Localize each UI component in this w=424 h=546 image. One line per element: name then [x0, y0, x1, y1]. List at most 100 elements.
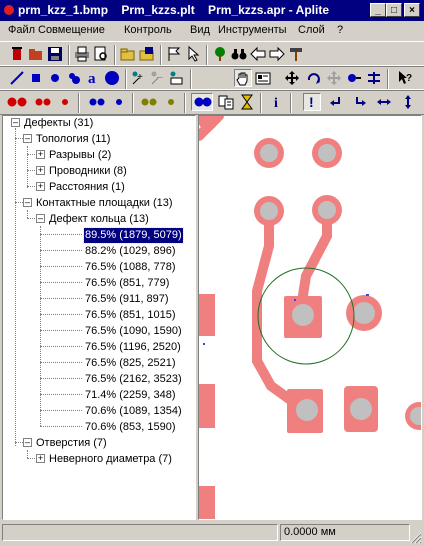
- menu-tools[interactable]: Инструменты: [218, 24, 287, 36]
- expand-defects-toggle[interactable]: –: [11, 118, 20, 127]
- status-bar: 0.0000 мм: [0, 521, 424, 546]
- binoculars-icon[interactable]: [230, 45, 248, 63]
- tree-item[interactable]: 76.5% (851, 779): [85, 276, 169, 291]
- svg-text:+: +: [137, 72, 143, 83]
- blue-dot-icon[interactable]: [110, 93, 128, 111]
- circle-tool-icon[interactable]: [46, 69, 64, 87]
- tree-node-topology[interactable]: Топология (11): [36, 132, 110, 147]
- shape-tool-icon[interactable]: [65, 69, 83, 87]
- defect-tree[interactable]: – – + + + – – – + Дефекты (31) Топология…: [2, 115, 196, 520]
- tree-node-holes[interactable]: Отверстия (7): [36, 436, 107, 451]
- info-icon[interactable]: i: [268, 93, 286, 111]
- compare-icon[interactable]: [217, 93, 235, 111]
- menu-view[interactable]: Вид: [190, 24, 210, 36]
- turn-right-icon[interactable]: [351, 93, 369, 111]
- tree-icon[interactable]: [211, 45, 229, 63]
- maximize-button[interactable]: □: [386, 3, 402, 17]
- olive-pair-icon[interactable]: [138, 93, 160, 111]
- tree-item[interactable]: 76.5% (1088, 778): [85, 260, 176, 275]
- expand-pads-toggle[interactable]: –: [23, 198, 32, 207]
- edit-point-icon[interactable]: [168, 69, 186, 87]
- text-tool-icon[interactable]: a: [84, 69, 102, 87]
- resize-grip-icon[interactable]: [410, 532, 422, 544]
- rotate-icon[interactable]: [305, 69, 323, 87]
- horizontal-arrows-icon[interactable]: [375, 93, 393, 111]
- expand-wrong-diameter-toggle[interactable]: +: [36, 454, 45, 463]
- tree-item[interactable]: 76.5% (911, 897): [85, 292, 169, 307]
- tree-node-distances[interactable]: Расстояния (1): [49, 180, 125, 195]
- blue-pair-selected-icon[interactable]: [191, 93, 213, 111]
- help-pointer-icon[interactable]: ?: [396, 69, 414, 87]
- expand-holes-toggle[interactable]: –: [23, 438, 32, 447]
- turn-left-icon[interactable]: [327, 93, 345, 111]
- hand-icon[interactable]: [234, 69, 252, 87]
- tree-node-pads[interactable]: Контактные площадки (13): [36, 196, 173, 211]
- red-pair-medium-icon[interactable]: [32, 93, 54, 111]
- red-pair-large-icon[interactable]: [6, 93, 28, 111]
- expand-topology-toggle[interactable]: –: [23, 134, 32, 143]
- menu-bar: Файл Совмещение Контроль Вид Инструменты…: [0, 21, 424, 41]
- pointer-icon[interactable]: [184, 45, 202, 63]
- tree-item[interactable]: 76.5% (1196, 2520): [85, 340, 181, 355]
- blue-pair-icon[interactable]: [86, 93, 108, 111]
- open-icon[interactable]: [27, 45, 45, 63]
- tree-item[interactable]: 76.5% (1090, 1590): [85, 324, 182, 339]
- print-icon[interactable]: [73, 45, 91, 63]
- menu-control[interactable]: Контроль: [124, 24, 172, 36]
- rect-tool-icon[interactable]: [27, 69, 45, 87]
- svg-text:–: –: [157, 72, 163, 83]
- tree-item[interactable]: 76.5% (2162, 3523): [85, 372, 182, 387]
- expand-ring-defect-toggle[interactable]: –: [36, 214, 45, 223]
- add-point-icon[interactable]: +: [130, 69, 148, 87]
- big-circle-tool-icon[interactable]: [103, 69, 121, 87]
- menu-help[interactable]: ?: [337, 24, 343, 36]
- split-icon[interactable]: [365, 69, 383, 87]
- open-folder-icon[interactable]: [119, 45, 137, 63]
- window-title: prm_kzz_1.bmp Prm_kzzs.plt Prm_kzzs.apr …: [18, 3, 329, 17]
- menu-file[interactable]: Файл: [8, 24, 35, 36]
- line-tool-icon[interactable]: [8, 69, 26, 87]
- tree-item[interactable]: 88.2% (1029, 896): [85, 244, 176, 259]
- vertical-arrows-icon[interactable]: [399, 93, 417, 111]
- arrow-right-icon[interactable]: [268, 45, 286, 63]
- info-card-icon[interactable]: [254, 69, 272, 87]
- tree-item[interactable]: 70.6% (1089, 1354): [85, 404, 182, 419]
- minimize-button[interactable]: _: [370, 3, 386, 17]
- hourglass-icon[interactable]: [238, 93, 256, 111]
- tree-item[interactable]: 70.6% (853, 1590): [85, 420, 176, 435]
- tree-item[interactable]: 76.5% (851, 1015): [85, 308, 176, 323]
- red-dot-icon[interactable]: [56, 93, 74, 111]
- tree-node-conductors[interactable]: Проводники (8): [49, 164, 127, 179]
- olive-dot-icon[interactable]: [162, 93, 180, 111]
- close-button[interactable]: ×: [404, 3, 420, 17]
- expand-conductors-toggle[interactable]: +: [36, 166, 45, 175]
- svg-text:i: i: [274, 96, 278, 110]
- tree-node-wrong-diameter[interactable]: Неверного диаметра (7): [49, 452, 172, 467]
- align-icon[interactable]: [345, 69, 363, 87]
- print-preview-icon[interactable]: [92, 45, 110, 63]
- tree-node-defects[interactable]: Дефекты (31): [24, 116, 93, 131]
- tree-item-selected[interactable]: 89.5% (1879, 5079): [83, 227, 184, 244]
- app-icon: [4, 5, 14, 15]
- move-icon[interactable]: [283, 69, 301, 87]
- tree-node-breaks[interactable]: Разрывы (2): [49, 148, 111, 163]
- svg-text:!: !: [309, 94, 314, 110]
- move-gray-icon[interactable]: [325, 69, 343, 87]
- tree-item[interactable]: 71.4% (2259, 348): [85, 388, 176, 403]
- tree-node-ring-defect[interactable]: Дефект кольца (13): [49, 212, 149, 227]
- remove-point-icon[interactable]: –: [149, 69, 167, 87]
- delete-icon[interactable]: [8, 45, 26, 63]
- menu-layer[interactable]: Слой: [298, 24, 325, 36]
- exclamation-icon[interactable]: !: [303, 93, 321, 111]
- hammer-icon[interactable]: [287, 45, 305, 63]
- pcb-canvas[interactable]: [198, 115, 422, 520]
- svg-text:a: a: [88, 71, 96, 86]
- expand-distances-toggle[interactable]: +: [36, 182, 45, 191]
- save-icon[interactable]: [46, 45, 64, 63]
- expand-breaks-toggle[interactable]: +: [36, 150, 45, 159]
- tree-item[interactable]: 76.5% (825, 2521): [85, 356, 176, 371]
- flag-icon[interactable]: [165, 45, 183, 63]
- menu-align[interactable]: Совмещение: [38, 24, 105, 36]
- save-folder-icon[interactable]: [138, 45, 156, 63]
- arrow-left-icon[interactable]: [249, 45, 267, 63]
